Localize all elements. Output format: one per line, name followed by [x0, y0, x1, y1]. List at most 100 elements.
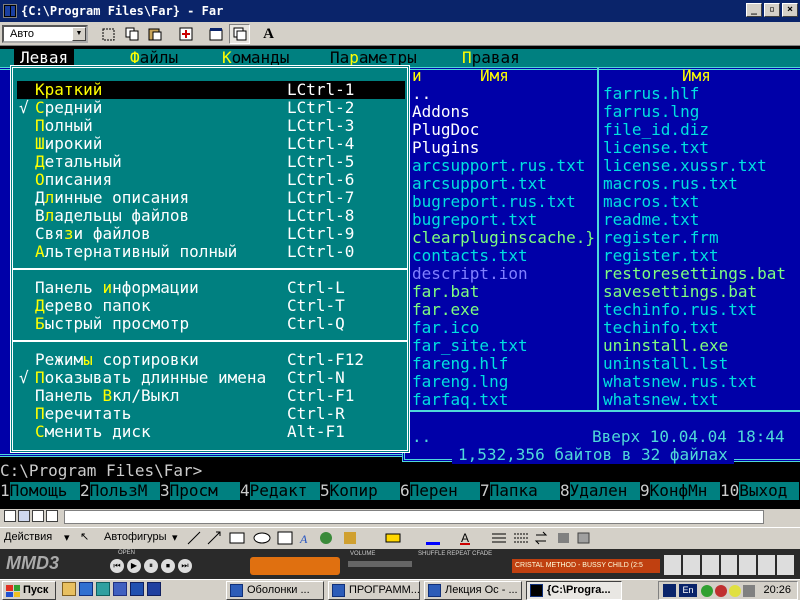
menu-item[interactable]: Широкий LCtrl-4	[17, 135, 405, 153]
autoshapes-menu[interactable]: Автофигуры	[104, 531, 167, 543]
file-item[interactable]: whatsnew.rus.txt	[603, 373, 786, 391]
menu-4[interactable]: Правая	[456, 49, 526, 67]
file-item[interactable]: far_site.txt	[412, 337, 595, 355]
file-item[interactable]: far.bat	[412, 283, 595, 301]
fkey-5[interactable]: 5Копир	[320, 481, 400, 500]
file-item[interactable]: farrus.lng	[603, 103, 786, 121]
file-item[interactable]: contacts.txt	[412, 247, 595, 265]
menu-item[interactable]: Альтернативный полный LCtrl-0	[17, 243, 405, 261]
file-item[interactable]: clearpluginscache.}	[412, 229, 595, 247]
speaker-icon[interactable]	[743, 585, 755, 597]
menu-item[interactable]: Детальный LCtrl-5	[17, 153, 405, 171]
fkey-1[interactable]: 1Помощь	[0, 481, 80, 500]
fkey-8[interactable]: 8Удален	[560, 481, 640, 500]
paste-icon[interactable]	[144, 24, 165, 44]
fkey-4[interactable]: 4Редакт	[240, 481, 320, 500]
file-item[interactable]: license.txt	[603, 139, 786, 157]
chevron-down-icon[interactable]: ▾	[172, 531, 178, 544]
start-button[interactable]: Пуск	[2, 581, 56, 600]
fkey-6[interactable]: 6Перен	[400, 481, 480, 500]
copy-icon[interactable]	[121, 24, 142, 44]
menu-item[interactable]: Краткий LCtrl-1	[17, 81, 405, 99]
fkey-9[interactable]: 9КонфМн	[640, 481, 720, 500]
horizontal-scrollbar[interactable]	[64, 510, 764, 524]
menu-item[interactable]: Длинные описания LCtrl-7	[17, 189, 405, 207]
pointer-icon[interactable]: ↖	[80, 530, 89, 543]
file-item[interactable]: uninstall.exe	[603, 337, 786, 355]
file-item[interactable]: descript.ion	[412, 265, 595, 283]
chevron-down-icon[interactable]: ▾	[64, 531, 70, 544]
menu-item[interactable]: Полный LCtrl-3	[17, 117, 405, 135]
fkey-10[interactable]: 10Выход	[720, 481, 800, 500]
menu-item[interactable]: Владельцы файлов LCtrl-8	[17, 207, 405, 225]
fkey-2[interactable]: 2ПользМ	[80, 481, 160, 500]
file-item[interactable]: bugreport.rus.txt	[412, 193, 595, 211]
far-console[interactable]: ЛеваяФайлыКомандыПараметрыПравая и.APPaa…	[0, 46, 800, 509]
fkey-3[interactable]: 3Просм	[160, 481, 240, 500]
fullscreen-icon[interactable]	[175, 24, 196, 44]
font-icon[interactable]: A	[258, 24, 279, 44]
tray-icon[interactable]	[701, 585, 713, 597]
close-button[interactable]: ×	[782, 3, 798, 17]
file-item[interactable]: far.exe	[412, 301, 595, 319]
quick-launch[interactable]	[62, 582, 161, 596]
file-item[interactable]: savesettings.bat	[603, 283, 786, 301]
left-menu-dropdown[interactable]: Краткий LCtrl-1 √ Средний LCtrl-2 Полный LCtrl…	[10, 65, 410, 453]
file-item[interactable]: whatsnew.txt	[603, 391, 786, 409]
drawing-tools[interactable]: A A	[186, 530, 606, 546]
file-item[interactable]: register.frm	[603, 229, 786, 247]
chevron-down-icon[interactable]: ▼	[72, 27, 86, 41]
taskbar-button[interactable]: Оболонки ...	[226, 581, 324, 600]
file-item[interactable]: readme.txt	[603, 211, 786, 229]
file-item[interactable]: arcsupport.rus.txt	[412, 157, 595, 175]
file-item[interactable]: Addons	[412, 103, 595, 121]
file-item[interactable]: ..	[412, 85, 595, 103]
file-item[interactable]: farfaq.txt	[412, 391, 595, 409]
actions-menu[interactable]: Действия	[4, 531, 52, 543]
winamp-player[interactable]: MMD3 OPEN ⏮ ▶ ⏸ ⏹ ⏭ VOLUME SHUFFLE REPEA…	[0, 549, 800, 579]
menu-item[interactable]: Перечитать Ctrl-R	[17, 405, 405, 423]
transport-buttons[interactable]: ⏮ ▶ ⏸ ⏹ ⏭	[110, 559, 192, 573]
background-icon[interactable]	[229, 24, 250, 44]
menu-item[interactable]: Сменить диск Alt-F1	[17, 423, 405, 441]
file-item[interactable]: macros.rus.txt	[603, 175, 786, 193]
file-item[interactable]: file_id.diz	[603, 121, 786, 139]
clock[interactable]: 20:26	[763, 584, 791, 596]
menu-item[interactable]: √ Средний LCtrl-2	[17, 99, 405, 117]
file-item[interactable]: macros.txt	[603, 193, 786, 211]
menu-item[interactable]: Панель информации Ctrl-L	[17, 279, 405, 297]
file-item[interactable]: techinfo.txt	[603, 319, 786, 337]
fkey-7[interactable]: 7Папка	[480, 481, 560, 500]
file-item[interactable]: register.txt	[603, 247, 786, 265]
menu-item[interactable]: Связи файлов LCtrl-9	[17, 225, 405, 243]
file-item[interactable]: restoresettings.bat	[603, 265, 786, 283]
file-item[interactable]: license.xussr.txt	[603, 157, 786, 175]
file-item[interactable]: far.ico	[412, 319, 595, 337]
language-indicator[interactable]: En	[679, 584, 697, 597]
tray-icon[interactable]	[663, 584, 676, 597]
view-buttons[interactable]	[4, 510, 58, 522]
file-item[interactable]: bugreport.txt	[412, 211, 595, 229]
menu-item[interactable]: Быстрый просмотр Ctrl-Q	[17, 315, 405, 333]
taskbar-button[interactable]: ПРОГРАММ...	[328, 581, 420, 600]
eq-buttons[interactable]	[664, 555, 795, 575]
command-line[interactable]: C:\Program Files\Far>	[0, 462, 202, 480]
properties-icon[interactable]	[205, 24, 226, 44]
file-item[interactable]: fareng.hlf	[412, 355, 595, 373]
taskbar-button[interactable]: {C:\Progra...	[526, 581, 622, 600]
volume-slider[interactable]	[348, 561, 412, 567]
file-item[interactable]: PlugDoc	[412, 121, 595, 139]
menu-item[interactable]: Описания LCtrl-6	[17, 171, 405, 189]
tray-icon[interactable]	[729, 585, 741, 597]
menu-item[interactable]: Режимы сортировки Ctrl-F12	[17, 351, 405, 369]
file-item[interactable]: uninstall.lst	[603, 355, 786, 373]
menu-item[interactable]: Панель Вкл/Выкл Ctrl-F1	[17, 387, 405, 405]
mark-icon[interactable]	[98, 24, 119, 44]
maximize-button[interactable]: ▫	[764, 3, 780, 17]
tray-icon[interactable]	[715, 585, 727, 597]
file-item[interactable]: arcsupport.txt	[412, 175, 595, 193]
minimize-button[interactable]: _	[746, 3, 762, 17]
far-app-icon[interactable]	[3, 4, 17, 18]
file-item[interactable]: Plugins	[412, 139, 595, 157]
file-item[interactable]: fareng.lng	[412, 373, 595, 391]
